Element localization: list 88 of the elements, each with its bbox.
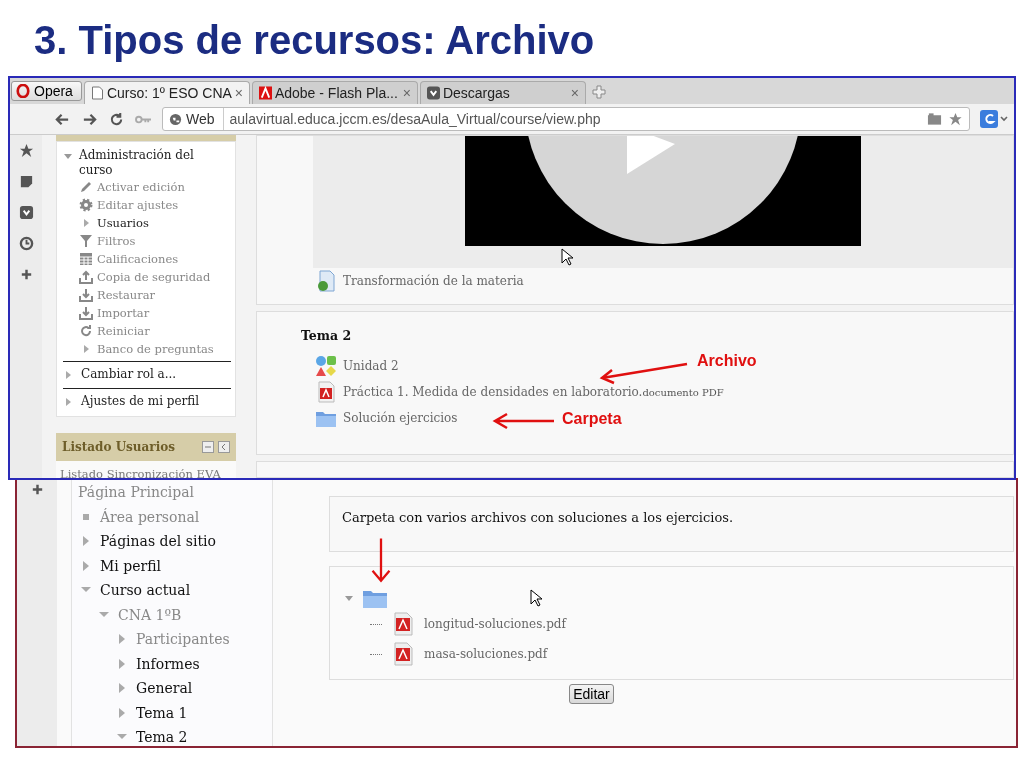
- refresh-icon: [79, 324, 93, 338]
- url-text: aulavirtual.educa.jccm.es/desaAula_Virtual/course/view.php: [229, 111, 601, 127]
- download-icon: [79, 306, 93, 320]
- pdf-file-icon[interactable]: [392, 642, 414, 666]
- admin-link[interactable]: Copia de seguridad: [97, 270, 211, 284]
- pdf-file-icon[interactable]: [315, 381, 337, 403]
- star-icon[interactable]: [948, 112, 963, 126]
- tab-label: Adobe - Flash Pla...: [274, 85, 399, 101]
- pencil-icon: [79, 180, 93, 194]
- star-icon[interactable]: [18, 143, 34, 158]
- address-field[interactable]: Web aulavirtual.educa.jccm.es/desaAula_Virtual/course/view.php: [162, 107, 970, 131]
- section-link[interactable]: Cambiar rol a...: [81, 366, 177, 381]
- nav-link[interactable]: Páginas del sitio: [100, 533, 216, 550]
- block-title[interactable]: Administración del curso: [79, 148, 231, 178]
- shapes-icon[interactable]: [315, 355, 337, 377]
- page-icon: [90, 86, 104, 100]
- admin-link[interactable]: Usuarios: [97, 216, 149, 230]
- activity-link[interactable]: Práctica 1. Medida de densidades en laboratorio.documento PDF: [343, 385, 724, 399]
- browser-tab[interactable]: Curso: 1º ESO CNA ×: [83, 81, 250, 104]
- document-globe-icon[interactable]: [315, 270, 337, 292]
- close-tab-button[interactable]: ×: [234, 85, 244, 101]
- expanded-caret-icon[interactable]: [63, 151, 73, 161]
- nav-link[interactable]: Participantes: [136, 631, 230, 648]
- browser-tab[interactable]: Adobe - Flash Pla... ×: [251, 81, 418, 104]
- admin-link[interactable]: Editar ajustes: [97, 198, 179, 212]
- globe-icon: [169, 112, 182, 126]
- browser-tab[interactable]: Descargas ×: [419, 81, 586, 104]
- download-icon[interactable]: [18, 205, 34, 220]
- block-title: Listado Usuarios: [62, 440, 175, 454]
- tab-label: Descargas: [442, 85, 511, 101]
- annotation-label: Archivo: [697, 352, 757, 370]
- search-engine-icon[interactable]: [980, 110, 1008, 128]
- upload-icon: [79, 270, 93, 284]
- opera-logo-icon: [16, 84, 30, 98]
- pdf-logo-icon: [258, 86, 272, 100]
- close-tab-button[interactable]: ×: [570, 85, 579, 101]
- nav-link[interactable]: CNA 1ºB: [118, 606, 182, 623]
- annotation-arrow: [492, 412, 556, 430]
- nav-link[interactable]: Tema 2: [136, 729, 188, 746]
- opera-menu-button[interactable]: Opera: [11, 81, 82, 101]
- collapse-icon[interactable]: [202, 441, 214, 453]
- description-text: Carpeta con varios archivos con soluciones a los ejercicios.: [342, 510, 734, 525]
- file-link[interactable]: masa-soluciones.pdf: [424, 647, 548, 661]
- nav-link[interactable]: Curso actual: [100, 582, 191, 599]
- forward-icon[interactable]: [81, 111, 98, 127]
- admin-link[interactable]: Reiniciar: [97, 324, 150, 338]
- admin-link[interactable]: Restaurar: [97, 288, 156, 302]
- close-tab-button[interactable]: ×: [402, 85, 411, 101]
- web-badge: Web: [163, 108, 224, 130]
- expanded-caret-icon[interactable]: [344, 593, 354, 603]
- download-icon: [79, 288, 93, 302]
- annotation-label: Carpeta: [562, 410, 622, 428]
- block-link[interactable]: Listado Sincronización EVA: [56, 461, 236, 478]
- nav-link[interactable]: General: [136, 680, 193, 697]
- file-link[interactable]: longitud-soluciones.pdf: [424, 617, 566, 631]
- note-icon[interactable]: [18, 174, 34, 189]
- gear-icon: [79, 198, 93, 212]
- admin-link[interactable]: Activar edición: [97, 180, 185, 194]
- nav-link[interactable]: Área personal: [100, 508, 200, 525]
- download-icon: [426, 86, 440, 100]
- section-link[interactable]: Ajustes de mi perfil: [81, 393, 200, 408]
- activity-link[interactable]: Solución ejercicios: [343, 411, 458, 425]
- admin-link[interactable]: Calificaciones: [97, 252, 179, 266]
- activity-link[interactable]: Unidad 2: [343, 359, 399, 373]
- filter-icon: [79, 234, 93, 248]
- back-icon[interactable]: [54, 111, 71, 127]
- collapsed-caret-icon[interactable]: [63, 397, 73, 407]
- cursor-icon: [530, 589, 542, 607]
- grid-icon: [79, 252, 93, 266]
- edit-button[interactable]: Editar: [569, 684, 614, 704]
- clock-icon[interactable]: [18, 236, 34, 251]
- nav-link[interactable]: Mi perfil: [100, 557, 162, 574]
- folder-icon[interactable]: [927, 112, 942, 126]
- nav-link[interactable]: Informes: [136, 655, 200, 672]
- reload-icon[interactable]: [108, 111, 125, 127]
- admin-link[interactable]: Importar: [97, 306, 150, 320]
- cursor-icon: [561, 248, 573, 266]
- resource-link[interactable]: Transformación de la materia: [343, 274, 524, 288]
- section-title: Tema 2: [301, 328, 353, 343]
- collapsed-caret-icon[interactable]: [63, 370, 73, 380]
- admin-link[interactable]: Filtros: [97, 234, 136, 248]
- admin-link[interactable]: Banco de preguntas: [97, 342, 214, 356]
- nav-link[interactable]: Tema 1: [136, 704, 188, 721]
- new-tab-icon[interactable]: [591, 85, 606, 99]
- dock-icon[interactable]: [218, 441, 230, 453]
- nav-link[interactable]: Página Principal: [78, 484, 195, 501]
- pdf-file-icon[interactable]: [392, 612, 414, 636]
- tab-label: Curso: 1º ESO CNA: [106, 85, 232, 101]
